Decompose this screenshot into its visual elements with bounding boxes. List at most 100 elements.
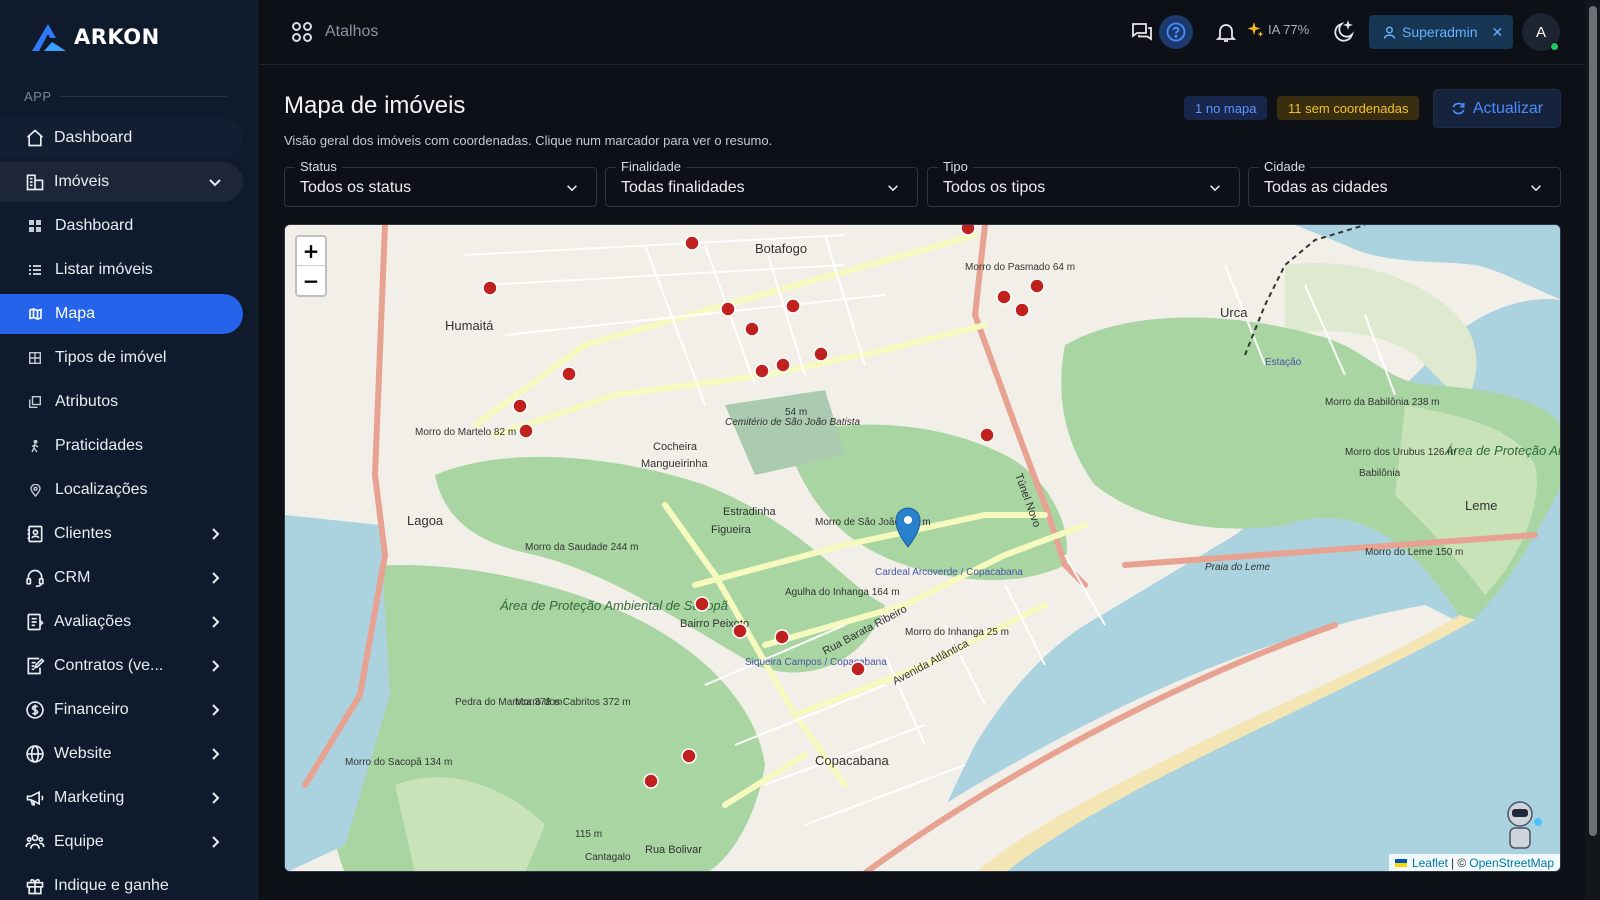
sidebar-item-marketing[interactable]: Marketing <box>0 778 243 818</box>
chevron-down-icon <box>567 185 577 192</box>
location-pin-icon <box>28 483 42 497</box>
map-label: Pedra do Maroca 378 m <box>455 697 562 708</box>
map-label: Morro do Martelo 82 m <box>415 427 516 438</box>
map-label: Cardeal Arcoverde / Copacabana <box>875 567 1023 578</box>
tipo-filter-select[interactable]: Tipo Todos os tipos <box>927 159 1240 207</box>
chat-icon[interactable] <box>1130 20 1154 44</box>
sidebar-subitem-label: Mapa <box>55 305 96 322</box>
property-map[interactable]: Botafogo Humaitá Urca Lagoa Leme Copacab… <box>284 224 1561 872</box>
list-icon <box>28 263 42 277</box>
page-title: Mapa de imóveis <box>284 92 466 119</box>
sidebar-item-equipe[interactable]: Equipe <box>0 822 243 862</box>
filter-label: Finalidade <box>616 159 686 174</box>
chevron-right-icon <box>212 528 220 540</box>
sidebar-subitem-tipos-de-imovel[interactable]: Tipos de imóvel <box>0 338 243 378</box>
map-label: Estação <box>1265 357 1302 368</box>
table-icon <box>28 351 42 365</box>
home-icon <box>24 127 46 149</box>
dollar-icon <box>24 699 46 721</box>
map-label: Cantagalo <box>585 852 631 863</box>
map-label: Babilônia <box>1359 468 1401 479</box>
sidebar-item-contratos[interactable]: Contratos (ve... <box>0 646 243 686</box>
help-button[interactable] <box>1159 15 1193 49</box>
brand-logo[interactable]: ARKON <box>30 22 160 52</box>
status-filter-select[interactable]: Status Todos os status <box>284 159 597 207</box>
map-label: Estradinha <box>723 506 776 518</box>
no-coordinates-badge: 11 sem coordenadas <box>1277 96 1420 120</box>
section-label: APP <box>24 89 52 104</box>
map-label: Morro do Leme 150 m <box>1365 547 1463 558</box>
map-label: Lagoa <box>407 513 444 528</box>
filter-label: Tipo <box>938 159 973 174</box>
page-scrollbar-thumb[interactable] <box>1589 6 1597 836</box>
on-map-badge: 1 no mapa <box>1184 96 1268 120</box>
close-icon[interactable]: ✕ <box>1492 24 1504 41</box>
finalidade-filter-select[interactable]: Finalidade Todas finalidades <box>605 159 918 207</box>
sidebar-subitem-atributos[interactable]: Atributos <box>0 382 243 422</box>
shortcuts-button[interactable]: Atalhos <box>291 21 378 43</box>
sidebar-subitem-dashboard[interactable]: Dashboard <box>0 206 243 246</box>
sidebar-item-label: Imóveis <box>54 173 110 190</box>
map-label: Copacabana <box>815 753 889 768</box>
zoom-out-button[interactable]: − <box>297 266 325 295</box>
chevron-right-icon <box>212 792 220 804</box>
map-label: Urca <box>1220 305 1248 320</box>
chevron-right-icon <box>212 704 220 716</box>
filter-label: Cidade <box>1259 159 1311 174</box>
sidebar-subitem-label: Listar imóveis <box>55 261 153 278</box>
map-label: Humaitá <box>445 318 494 333</box>
sidebar-subitem-listar-imoveis[interactable]: Listar imóveis <box>0 250 243 290</box>
map-label: Mangueirinha <box>641 458 709 470</box>
sidebar-item-indique-e-ganhe[interactable]: Indique e ganhe <box>0 866 243 900</box>
sidebar-item-clientes[interactable]: Clientes <box>0 514 243 554</box>
assistant-mascot-icon[interactable] <box>1507 801 1542 849</box>
refresh-button[interactable]: Actualizar <box>1433 89 1561 128</box>
openstreetmap-link[interactable]: OpenStreetMap <box>1469 856 1554 870</box>
map-label: Morro do Sacopã 134 m <box>345 757 452 768</box>
sidebar-subitem-localizacoes[interactable]: Localizações <box>0 470 243 510</box>
map-tiles[interactable]: Botafogo Humaitá Urca Lagoa Leme Copacab… <box>285 225 1561 872</box>
brand-name: ARKON <box>74 25 160 49</box>
leaflet-link[interactable]: Leaflet <box>1412 856 1448 870</box>
sidebar-item-label: Marketing <box>54 789 125 806</box>
grid-icon <box>28 219 42 233</box>
sidebar-item-avaliacoes[interactable]: Avaliações <box>0 602 243 642</box>
map-label: 115 m <box>575 829 602 840</box>
sidebar-item-crm[interactable]: CRM <box>0 558 243 598</box>
megaphone-icon <box>24 787 46 809</box>
role-chip[interactable]: Superadmin ✕ <box>1369 15 1513 49</box>
sidebar-item-website[interactable]: Website <box>0 734 243 774</box>
cidade-filter-select[interactable]: Cidade Todas as cidades <box>1248 159 1561 207</box>
zoom-in-button[interactable]: + <box>297 237 325 266</box>
sidebar-item-dashboard[interactable]: Dashboard <box>0 118 243 158</box>
map-label: Cocheira <box>653 441 698 453</box>
sidebar-subitem-label: Tipos de imóvel <box>55 349 167 366</box>
chevron-right-icon <box>212 616 220 628</box>
sidebar-subitem-mapa[interactable]: Mapa <box>0 294 243 334</box>
apps-icon <box>292 22 312 42</box>
filter-label: Status <box>295 159 342 174</box>
attribution-separator: | © <box>1450 855 1467 870</box>
chevron-right-icon <box>212 572 220 584</box>
sidebar-item-label: Clientes <box>54 525 112 542</box>
chevron-right-icon <box>212 660 220 672</box>
map-label: Cemitério de São João Batista <box>725 417 861 428</box>
sidebar-item-label: Equipe <box>54 833 104 850</box>
sparkles-icon <box>1247 22 1264 37</box>
ia-usage[interactable]: IA 77% <box>1247 21 1309 38</box>
sidebar-subitem-praticidades[interactable]: Praticidades <box>0 426 243 466</box>
map-label: Figueira <box>711 524 752 536</box>
chevron-right-icon <box>212 836 220 848</box>
sidebar-item-label: Contratos (ve... <box>54 657 164 674</box>
theme-toggle-moon-icon[interactable] <box>1332 20 1356 44</box>
bell-icon[interactable] <box>1214 20 1238 44</box>
map-label: Rua Bolivar <box>645 844 702 856</box>
map-label: Praia do Leme <box>1205 562 1270 573</box>
sidebar-subitem-label: Atributos <box>55 393 119 410</box>
sidebar-item-imoveis[interactable]: Imóveis <box>0 162 243 202</box>
contract-icon <box>24 655 46 677</box>
ia-usage-label: IA 77% <box>1268 22 1310 37</box>
sidebar-item-label: Dashboard <box>54 129 133 146</box>
sidebar-item-financeiro[interactable]: Financeiro <box>0 690 243 730</box>
sidebar-item-label: Financeiro <box>54 701 129 718</box>
